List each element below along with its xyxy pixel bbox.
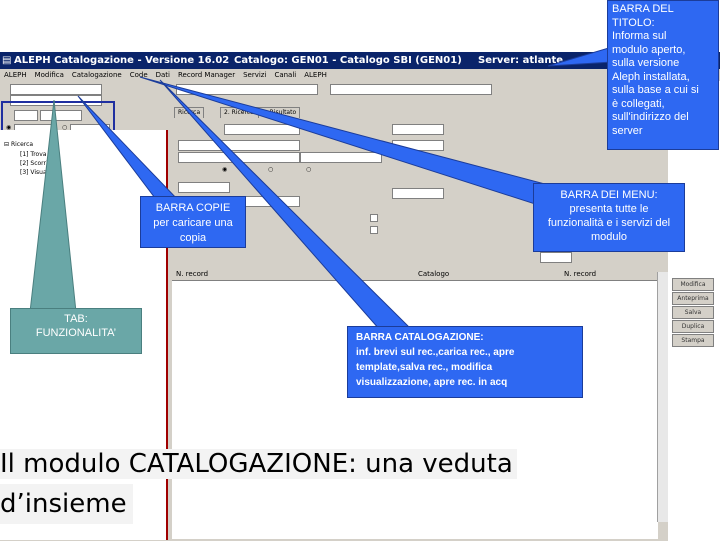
callout-line: inf. brevi sul rec.,carica rec., apre [356,347,515,358]
callout-line: BARRA DEL [612,3,674,15]
caption-line-2: d’insieme [0,484,133,524]
callout-line: Informa sul [612,30,667,42]
callout-line: copia [179,232,207,244]
callout-line: per caricare una [153,217,233,229]
callout-line: visualizzazione, apre rec. in acq [356,377,508,388]
callout-line: funzionalità e i servizi del [547,217,671,229]
callout-line: presenta tutte le [569,203,649,215]
callout-line: BARRA COPIE [155,202,231,214]
callout-line: BARRA DEI MENU: [560,189,658,201]
catalog-bar-callout: BARRA CATALOGAZIONE: inf. brevi sul rec.… [347,326,583,398]
menu-bar-callout: BARRA DEI MENU: presenta tutte le funzio… [533,183,685,252]
callout-line: modulo [590,231,628,243]
title-bar-callout: BARRA DEL TITOLO: Informa sul modulo ape… [607,0,719,150]
callout-line: BARRA CATALOGAZIONE: [356,332,484,343]
copy-bar-callout: BARRA COPIE per caricare una copia [140,196,246,248]
callout-line: è collegati, [612,97,665,110]
menu-bar-pointer [139,76,561,213]
callout-line: template,salva rec., modifica [356,362,493,373]
callout-line: sull'indirizzo del [612,111,689,123]
caption-line-1: Il modulo CATALOGAZIONE: una veduta [0,449,517,479]
callout-line: sulla versione [612,57,680,69]
copy-bar-pointer [77,95,182,203]
callout-line: server [612,124,643,137]
tab-callout: TAB: FUNZIONALITA’ [10,308,142,354]
callout-line: sulla base a cui si [612,84,699,96]
callout-line: TITOLO: [612,16,655,29]
title-bar-pointer [547,46,613,67]
callout-line: modulo aperto, [612,43,686,56]
tab-pointer [29,99,77,313]
callout-line: TAB: [64,313,88,325]
callout-line: Aleph installata, [612,70,690,83]
callout-line: FUNZIONALITA’ [35,327,117,339]
slide-caption: Il modulo CATALOGAZIONE: una veduta d’in… [0,444,660,524]
